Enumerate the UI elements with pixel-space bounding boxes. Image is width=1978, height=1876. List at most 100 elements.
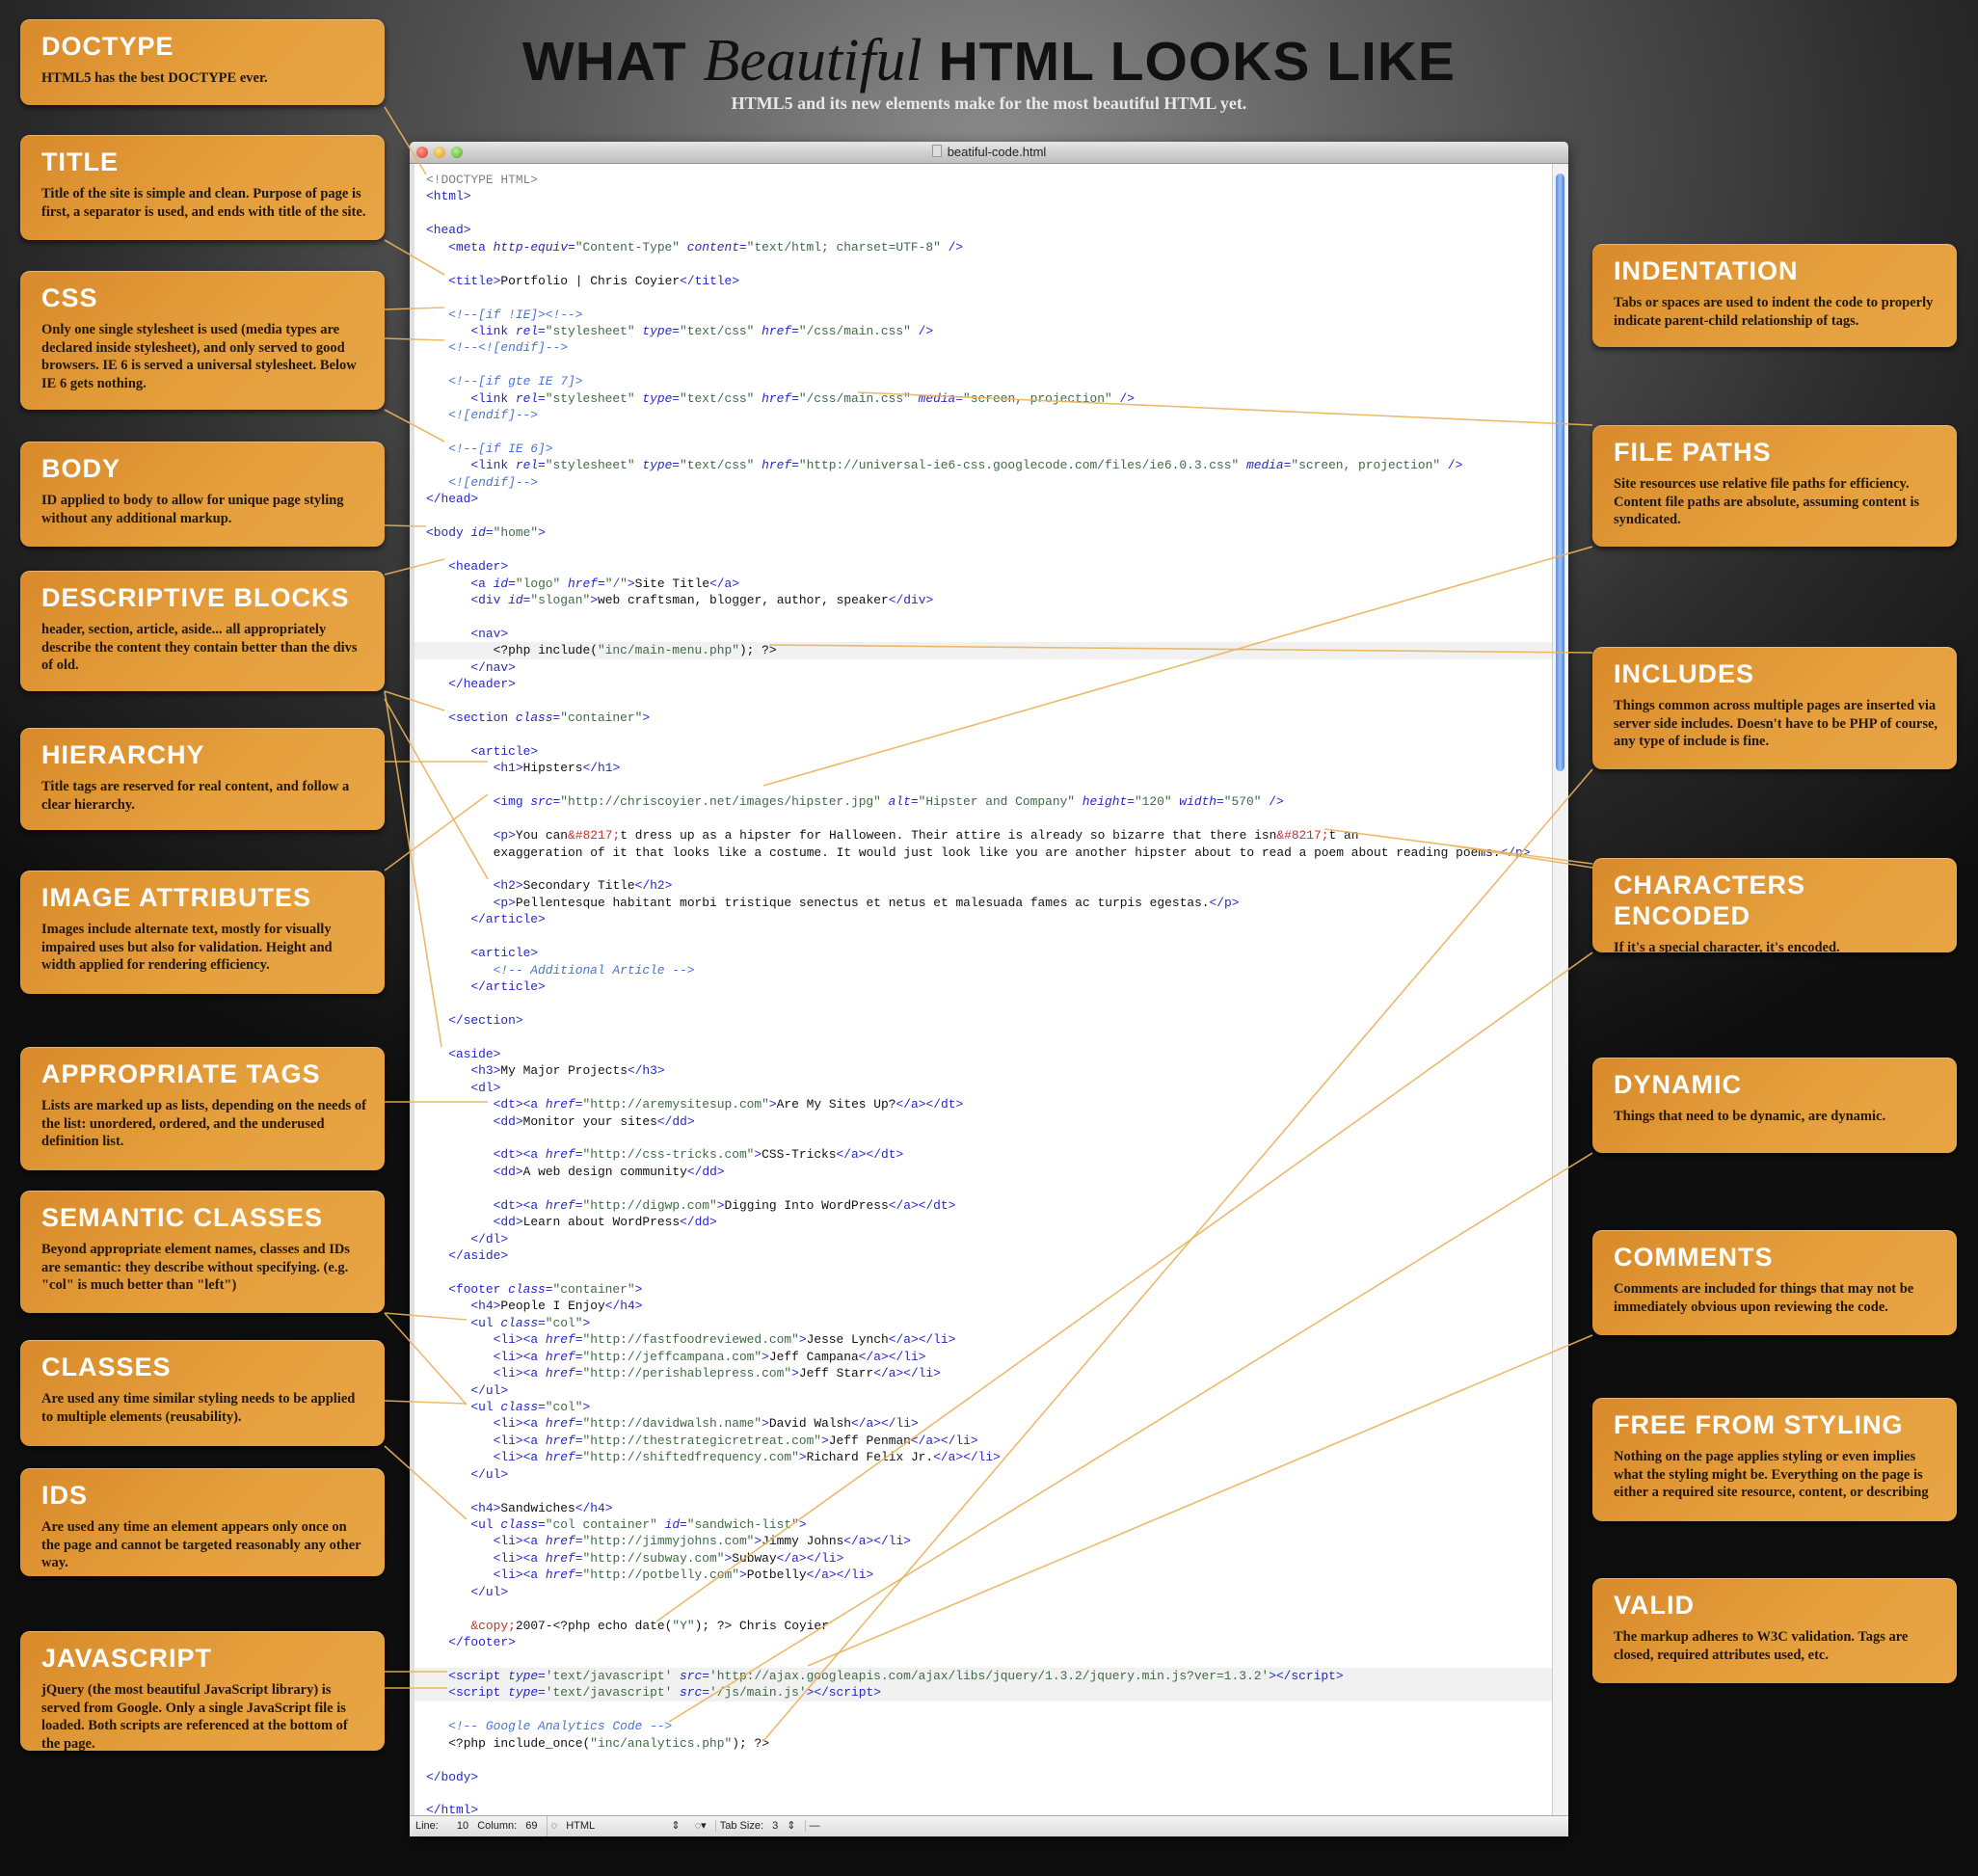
code-area[interactable]: <!DOCTYPE HTML> <html> <head> <meta http-e… xyxy=(410,164,1553,1817)
code-token: <script xyxy=(448,1668,501,1683)
code-token: > xyxy=(530,743,539,759)
annotation-hierarchy: HIERARCHY Title tags are reserved for rea… xyxy=(20,728,385,830)
code-token: id= xyxy=(463,525,494,541)
code-token: <li xyxy=(493,1349,516,1364)
close-button[interactable] xyxy=(416,147,428,158)
code-token: </p xyxy=(1500,844,1523,860)
code-token: > xyxy=(612,761,621,776)
code-token: <h1 xyxy=(493,761,516,776)
annotation-title: HIERARCHY xyxy=(41,740,205,769)
code-token: Sandwiches xyxy=(500,1500,575,1515)
code-token: rel= xyxy=(508,458,546,473)
code-token: </dl xyxy=(470,1231,501,1246)
code-token: "http://universal-ie6-css.googlecode.com… xyxy=(798,458,1240,473)
code-token: > xyxy=(933,1433,941,1448)
minimize-button[interactable] xyxy=(434,147,445,158)
code-token: class= xyxy=(508,710,561,725)
code-token: </li xyxy=(836,1568,867,1583)
tab-size-value[interactable]: 3 xyxy=(772,1820,778,1832)
code-token: "container" xyxy=(552,1281,635,1297)
code-token: It xyxy=(836,844,852,860)
annotation-valid: VALID The markup adheres to W3C validatio… xyxy=(1592,1578,1957,1683)
code-token: Monitor xyxy=(522,1113,575,1129)
language-selector[interactable]: ◌ HTML ⇕ xyxy=(546,1816,686,1836)
code-token: WordPress xyxy=(612,1215,681,1230)
code-line: <dt><a href="http://aremysitesup.com">Ar… xyxy=(414,1096,1553,1112)
vertical-scrollbar[interactable] xyxy=(1552,164,1568,1815)
code-token: ?> xyxy=(716,1618,733,1633)
code-token: Lynch xyxy=(851,1332,889,1348)
annotation-text: HTML5 has the best DOCTYPE ever. xyxy=(41,70,268,86)
code-token: that xyxy=(634,844,665,860)
annotation-text: Only one single stylesheet is used (medi… xyxy=(41,322,357,391)
code-token: class= xyxy=(493,1517,546,1532)
code-token: like xyxy=(977,844,1008,860)
code-token: "Hipster and Company" xyxy=(918,794,1076,810)
zoom-button[interactable] xyxy=(451,147,463,158)
code-token: > xyxy=(716,1197,725,1213)
code-token: <li xyxy=(493,1568,516,1583)
code-token: speaker xyxy=(836,592,889,607)
symbol-selector[interactable]: — xyxy=(804,1820,820,1832)
code-token: <p xyxy=(493,828,509,844)
code-token: "inc/analytics.php" xyxy=(590,1735,733,1751)
annotation-text: Title of the site is simple and clean. P… xyxy=(41,186,366,220)
code-token: are xyxy=(1045,844,1068,860)
code-token: "http://subway.com" xyxy=(582,1550,725,1566)
code-token: <html xyxy=(426,189,464,204)
code-token: "inc/main-menu.php" xyxy=(597,643,739,658)
code-token: height= xyxy=(1075,794,1135,810)
code-token: "stylesheet" xyxy=(545,458,635,473)
code-token: > xyxy=(515,1113,523,1129)
code-token: src= xyxy=(522,794,561,810)
code-token: > xyxy=(993,1450,1001,1465)
code-token: href= xyxy=(538,1568,583,1583)
gear-menu-icon[interactable]: ◌▾ xyxy=(695,1820,707,1832)
code-token: > xyxy=(515,1568,523,1583)
code-token: > xyxy=(1269,1668,1276,1683)
annotation-title: COMMENTS xyxy=(1614,1243,1774,1272)
scrollbar-thumb[interactable] xyxy=(1556,174,1564,771)
code-token: <li xyxy=(493,1332,516,1348)
code-line: <aside> xyxy=(414,1046,1553,1062)
code-token: content= xyxy=(680,239,747,255)
code-line: <!--[if IE 6]> xyxy=(414,441,1553,457)
code-token: "home" xyxy=(493,525,539,541)
code-line: <article> xyxy=(414,743,1553,760)
code-token: </dd xyxy=(656,1113,687,1129)
annotation-image-attributes: IMAGE ATTRIBUTES Images include alternate… xyxy=(20,871,385,994)
code-token: dress xyxy=(634,828,673,844)
code-token: Digging xyxy=(724,1197,777,1213)
code-token: > xyxy=(515,1416,523,1432)
code-token: reading xyxy=(1396,844,1449,860)
title-part: HTML LOOKS LIKE xyxy=(938,31,1457,93)
code-line: <![endif]--> xyxy=(414,474,1553,491)
code-token: <script xyxy=(448,1685,501,1701)
code-token: Coyier xyxy=(784,1618,829,1633)
code-line: <dt><a href="http://css-tricks.com">CSS-… xyxy=(414,1146,1553,1163)
code-line: <![endif]--> xyxy=(414,407,1553,423)
code-token: My xyxy=(500,1063,516,1079)
code-line: </dl> xyxy=(414,1231,1553,1247)
annotation-title: CLASSES xyxy=(41,1353,172,1381)
